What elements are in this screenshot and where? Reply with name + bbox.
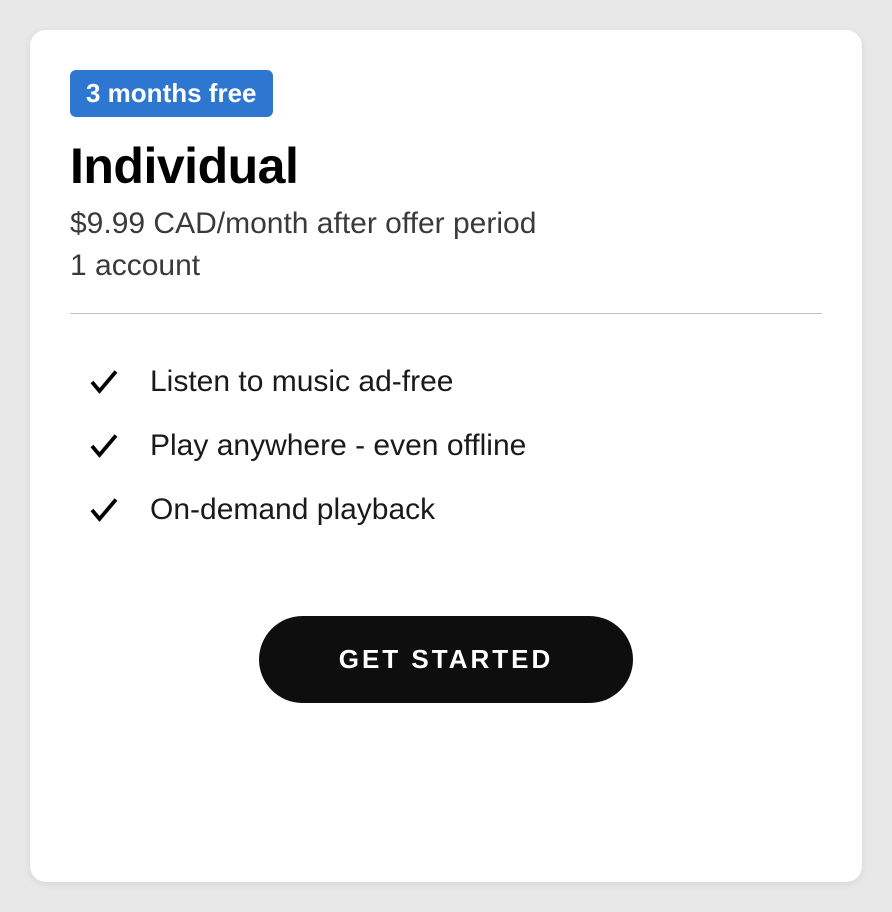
list-item: On-demand playback	[86, 492, 822, 528]
pricing-card: 3 months free Individual $9.99 CAD/month…	[30, 30, 862, 882]
cta-container: GET STARTED	[70, 616, 822, 703]
feature-text: On-demand playback	[150, 493, 435, 527]
check-icon	[86, 492, 122, 528]
check-icon	[86, 364, 122, 400]
plan-price: $9.99 CAD/month after offer period	[70, 207, 822, 241]
list-item: Listen to music ad-free	[86, 364, 822, 400]
plan-title: Individual	[70, 137, 822, 195]
check-icon	[86, 428, 122, 464]
feature-list: Listen to music ad-free Play anywhere - …	[70, 364, 822, 556]
plan-accounts: 1 account	[70, 249, 822, 283]
list-item: Play anywhere - even offline	[86, 428, 822, 464]
promo-badge: 3 months free	[70, 70, 273, 117]
get-started-button[interactable]: GET STARTED	[259, 616, 634, 703]
feature-text: Listen to music ad-free	[150, 365, 453, 399]
feature-text: Play anywhere - even offline	[150, 429, 526, 463]
divider	[70, 313, 822, 314]
